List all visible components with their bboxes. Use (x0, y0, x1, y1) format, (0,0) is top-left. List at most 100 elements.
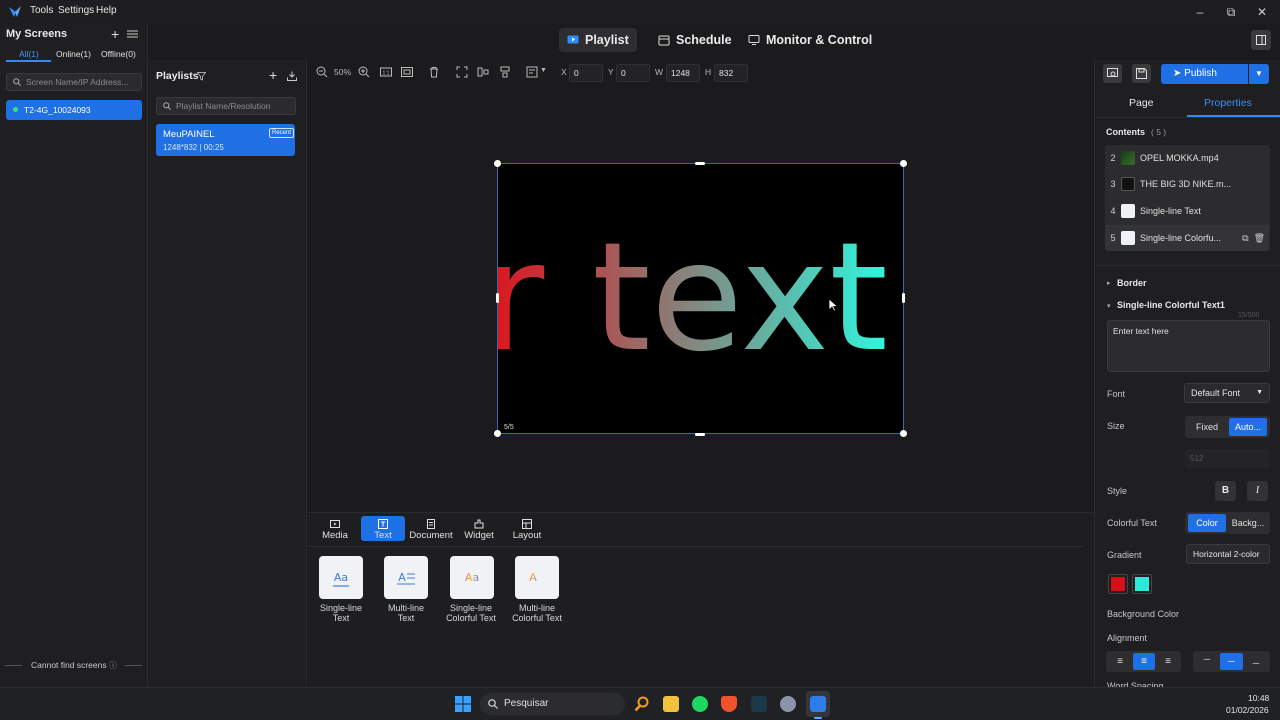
restore-icon[interactable]: ⧉ (1221, 3, 1241, 21)
align-left-icon[interactable]: ≡ (1109, 653, 1131, 670)
layer-icon[interactable] (526, 66, 538, 78)
fullscreen-icon[interactable] (456, 66, 468, 78)
spotify-icon[interactable] (692, 696, 708, 712)
size-auto-option[interactable]: Auto... (1229, 418, 1267, 436)
align-vertical-icon[interactable] (499, 66, 511, 78)
align-top-icon[interactable]: ─ (1196, 653, 1218, 670)
size-fixed-option[interactable]: Fixed (1188, 418, 1226, 436)
chevron-down-icon[interactable]: ▼ (540, 67, 547, 74)
resize-handle-top[interactable] (695, 162, 705, 165)
fit-screen-icon[interactable] (401, 66, 413, 78)
taskbar-search[interactable]: Pesquisar (480, 693, 625, 715)
single-line-text-card[interactable]: Aa (319, 556, 363, 599)
magnifier-app-icon[interactable] (634, 696, 650, 712)
minimize-icon[interactable]: – (1190, 3, 1210, 21)
panel-toggle-button[interactable] (1251, 30, 1271, 50)
resize-handle-right[interactable] (902, 293, 905, 303)
tab-monitor-control[interactable]: Monitor & Control (740, 28, 880, 52)
asset-tab-text[interactable]: Text (361, 516, 405, 541)
single-line-colorful-text-card[interactable]: Aa (450, 556, 494, 599)
filter-icon[interactable] (197, 72, 206, 81)
asset-tab-widget[interactable]: Widget (457, 516, 501, 541)
resize-handle-bottom[interactable] (695, 433, 705, 436)
asset-tab-layout[interactable]: Layout (505, 516, 549, 541)
save-button[interactable] (1132, 64, 1151, 83)
menu-help[interactable]: Help (96, 5, 117, 16)
multi-line-text-card[interactable]: A (384, 556, 428, 599)
align-middle-icon[interactable]: ─ (1220, 653, 1243, 670)
asset-tab-media[interactable]: Media (313, 516, 357, 541)
content-row[interactable]: 4 Single-line Text (1105, 198, 1269, 224)
close-icon[interactable]: ✕ (1252, 3, 1272, 21)
screens-tab-all[interactable]: All(1) (19, 49, 39, 59)
preview-stage[interactable]: r text 5/5 (497, 163, 904, 434)
italic-button[interactable]: I (1247, 481, 1268, 501)
screen-search-input[interactable]: Screen Name/IP Address... (6, 73, 142, 91)
content-row[interactable]: 2 OPEL MOKKA.mp4 (1105, 145, 1269, 171)
zoom-out-icon[interactable] (316, 66, 328, 78)
copy-icon[interactable]: ⧉ (1242, 233, 1248, 244)
chevron-right-icon[interactable]: ▸ (1107, 279, 1111, 287)
tab-page[interactable]: Page (1129, 97, 1154, 109)
align-horizontal-icon[interactable] (477, 66, 489, 78)
zoom-in-icon[interactable] (358, 66, 370, 78)
text-content-input[interactable]: Enter text here (1107, 320, 1270, 372)
h-input[interactable]: 832 (714, 64, 748, 82)
import-icon[interactable] (287, 71, 297, 81)
settings-gear-icon[interactable] (780, 696, 796, 712)
content-row[interactable]: 3 THE BIG 3D NIKE.m... (1105, 171, 1269, 197)
tab-playlist[interactable]: Playlist (559, 28, 637, 52)
terminal-app-icon[interactable] (751, 696, 767, 712)
size-value-input[interactable]: 512 (1185, 449, 1270, 468)
align-bottom-icon[interactable]: ─ (1245, 653, 1267, 670)
menu-tools[interactable]: Tools (30, 5, 53, 16)
resize-handle-bottom-right[interactable] (900, 430, 907, 437)
delete-icon[interactable] (428, 66, 440, 78)
y-input[interactable]: 0 (616, 64, 650, 82)
x-input[interactable]: 0 (569, 64, 603, 82)
clock-date[interactable]: 01/02/2026 (1226, 705, 1269, 715)
gradient-color-2[interactable] (1132, 574, 1152, 594)
align-right-icon[interactable]: ≡ (1157, 653, 1179, 670)
background-option[interactable]: Backg... (1229, 514, 1267, 532)
tab-schedule[interactable]: Schedule (650, 28, 740, 52)
windows-start-icon[interactable] (455, 696, 471, 712)
resize-handle-left[interactable] (496, 293, 499, 303)
gradient-color-1[interactable] (1108, 574, 1128, 594)
asset-tab-document[interactable]: Document (409, 516, 453, 541)
file-explorer-icon[interactable] (663, 696, 679, 712)
tab-properties[interactable]: Properties (1204, 97, 1252, 109)
screen-item[interactable]: T2-4G_10024093 (6, 100, 142, 120)
resize-handle-top-left[interactable] (494, 160, 501, 167)
bold-button[interactable]: B (1215, 481, 1236, 501)
add-playlist-icon[interactable]: + (269, 67, 277, 83)
w-input[interactable]: 1248 (666, 64, 700, 82)
border-section[interactable]: Border (1117, 278, 1147, 288)
publish-button[interactable]: ➤ Publish (1161, 64, 1248, 84)
publish-dropdown-button[interactable]: ▼ (1249, 64, 1269, 84)
content-row-selected[interactable]: 5 Single-line Colorfu... ⧉ 🗑 (1105, 225, 1269, 251)
brave-browser-icon[interactable] (721, 696, 737, 712)
color-option[interactable]: Color (1188, 514, 1226, 532)
viplex-app-icon[interactable] (810, 696, 826, 712)
font-select[interactable]: Default Font ▼ (1184, 383, 1270, 403)
chevron-down-icon[interactable]: ▾ (1107, 302, 1111, 310)
actual-size-icon[interactable]: 1:1 (380, 66, 392, 78)
preview-button[interactable] (1103, 64, 1122, 83)
playlist-search-input[interactable]: Playlist Name/Resolution (156, 97, 296, 115)
resize-handle-top-right[interactable] (900, 160, 907, 167)
playlist-item[interactable]: MeuPAINEL Recent 1248*832 | 00:25 (156, 124, 295, 156)
gradient-select[interactable]: Horizontal 2-color (1186, 544, 1270, 564)
align-center-icon[interactable]: ≡ (1133, 653, 1155, 670)
help-icon[interactable]: ⓘ (109, 660, 117, 671)
clock-time[interactable]: 10:48 (1248, 693, 1269, 703)
screens-tab-online[interactable]: Online(1) (56, 49, 91, 59)
multi-line-colorful-text-card[interactable]: A (515, 556, 559, 599)
add-screen-icon[interactable]: + (111, 26, 119, 42)
screens-tab-offline[interactable]: Offline(0) (101, 49, 136, 59)
menu-settings[interactable]: Settings (58, 5, 94, 16)
filter-settings-icon[interactable] (127, 29, 138, 39)
trash-icon[interactable]: 🗑 (1254, 233, 1265, 244)
cannot-find-screens-link[interactable]: Cannot find screens (31, 660, 107, 670)
resize-handle-bottom-left[interactable] (494, 430, 501, 437)
